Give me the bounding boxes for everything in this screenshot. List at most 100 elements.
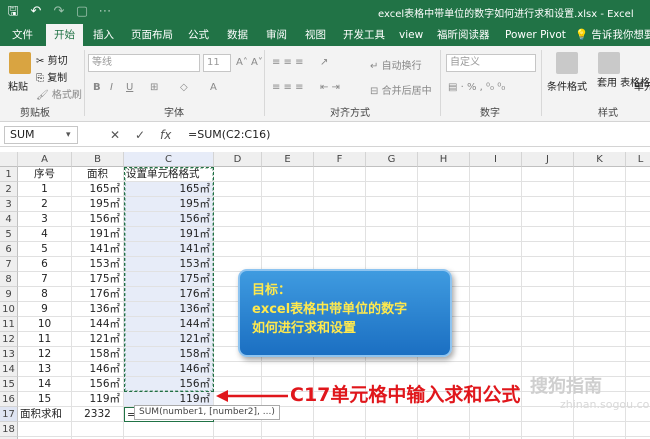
row-header[interactable]: 14 bbox=[0, 362, 18, 377]
empty-cell[interactable] bbox=[574, 272, 626, 287]
cell-a13[interactable]: 12 bbox=[18, 347, 72, 362]
cell-a15[interactable]: 14 bbox=[18, 377, 72, 392]
row-header[interactable]: 3 bbox=[0, 197, 18, 212]
paste-button[interactable]: 粘贴 bbox=[8, 78, 28, 93]
empty-cell[interactable] bbox=[574, 182, 626, 197]
empty-cell[interactable] bbox=[214, 182, 262, 197]
empty-cell[interactable] bbox=[626, 242, 650, 257]
row-header[interactable]: 11 bbox=[0, 317, 18, 332]
column-header-j[interactable]: J bbox=[522, 152, 574, 167]
empty-cell[interactable] bbox=[626, 332, 650, 347]
empty-cell[interactable] bbox=[262, 182, 314, 197]
cut-button[interactable]: ✂ 剪切 bbox=[36, 52, 68, 67]
row-header[interactable]: 10 bbox=[0, 302, 18, 317]
cell-b7[interactable]: 153㎡ bbox=[72, 257, 124, 272]
cell-c2[interactable]: 165㎡ bbox=[124, 182, 214, 197]
tab-foxit-reader[interactable]: 福昕阅读器 bbox=[437, 24, 490, 46]
empty-cell[interactable] bbox=[418, 407, 470, 422]
empty-cell[interactable] bbox=[262, 227, 314, 242]
empty-cell[interactable] bbox=[262, 362, 314, 377]
cell-b15[interactable]: 156㎡ bbox=[72, 377, 124, 392]
tab-data[interactable]: 数据 bbox=[227, 24, 248, 46]
empty-cell[interactable] bbox=[626, 347, 650, 362]
number-format-buttons[interactable]: ▤ · % , ⁰₀ ⁰₀ bbox=[448, 82, 505, 93]
empty-cell[interactable] bbox=[574, 302, 626, 317]
empty-cell[interactable] bbox=[214, 227, 262, 242]
empty-cell[interactable] bbox=[366, 197, 418, 212]
fill-color-button[interactable]: ◇ bbox=[180, 82, 188, 93]
empty-cell[interactable] bbox=[574, 332, 626, 347]
cell-b4[interactable]: 156㎡ bbox=[72, 212, 124, 227]
empty-cell[interactable] bbox=[470, 422, 522, 437]
empty-cell[interactable] bbox=[522, 197, 574, 212]
empty-cell[interactable] bbox=[626, 257, 650, 272]
cell-c6[interactable]: 141㎡ bbox=[124, 242, 214, 257]
cell-a8[interactable]: 7 bbox=[18, 272, 72, 287]
align-top-buttons[interactable]: ≡ ≡ ≡ bbox=[272, 57, 304, 68]
font-size-buttons[interactable]: A˄ A˅ bbox=[236, 57, 263, 68]
row-header[interactable]: 17 bbox=[0, 407, 18, 422]
empty-cell[interactable] bbox=[522, 272, 574, 287]
empty-cell[interactable] bbox=[262, 242, 314, 257]
border-button[interactable]: ⊞ bbox=[150, 82, 158, 93]
tab-power-pivot[interactable]: Power Pivot bbox=[505, 24, 566, 46]
empty-cell[interactable] bbox=[574, 257, 626, 272]
cell-b2[interactable]: 165㎡ bbox=[72, 182, 124, 197]
empty-cell[interactable] bbox=[522, 347, 574, 362]
empty-cell[interactable] bbox=[522, 302, 574, 317]
tab-home[interactable]: 开始 bbox=[46, 24, 83, 46]
empty-cell[interactable] bbox=[522, 332, 574, 347]
empty-cell[interactable] bbox=[626, 422, 650, 437]
empty-cell[interactable] bbox=[314, 167, 366, 182]
cell-a1[interactable]: 序号 bbox=[18, 167, 72, 182]
empty-cell[interactable] bbox=[522, 242, 574, 257]
empty-cell[interactable] bbox=[418, 167, 470, 182]
empty-cell[interactable] bbox=[574, 347, 626, 362]
cancel-button[interactable]: ✕ bbox=[110, 126, 120, 144]
row-header[interactable]: 7 bbox=[0, 257, 18, 272]
cell-b14[interactable]: 146㎡ bbox=[72, 362, 124, 377]
empty-cell[interactable] bbox=[366, 422, 418, 437]
empty-cell[interactable] bbox=[574, 242, 626, 257]
empty-cell[interactable] bbox=[418, 212, 470, 227]
name-box-dropdown-icon[interactable]: ▾ bbox=[66, 126, 71, 144]
empty-cell[interactable] bbox=[470, 242, 522, 257]
column-header-b[interactable]: B bbox=[72, 152, 124, 167]
cell-b11[interactable]: 144㎡ bbox=[72, 317, 124, 332]
tab-view[interactable]: 视图 bbox=[305, 24, 326, 46]
cell-a18[interactable] bbox=[18, 422, 72, 437]
cell-b9[interactable]: 176㎡ bbox=[72, 287, 124, 302]
cell-c8[interactable]: 175㎡ bbox=[124, 272, 214, 287]
empty-cell[interactable] bbox=[214, 197, 262, 212]
column-header-h[interactable]: H bbox=[418, 152, 470, 167]
empty-cell[interactable] bbox=[214, 242, 262, 257]
empty-cell[interactable] bbox=[626, 317, 650, 332]
empty-cell[interactable] bbox=[314, 182, 366, 197]
empty-cell[interactable] bbox=[626, 212, 650, 227]
tab-page-layout[interactable]: 页面布局 bbox=[131, 24, 173, 46]
empty-cell[interactable] bbox=[522, 257, 574, 272]
row-header[interactable]: 15 bbox=[0, 377, 18, 392]
cell-a2[interactable]: 1 bbox=[18, 182, 72, 197]
empty-cell[interactable] bbox=[470, 332, 522, 347]
cell-c9[interactable]: 176㎡ bbox=[124, 287, 214, 302]
align-horizontal-buttons[interactable]: ≡ ≡ ≡ bbox=[272, 82, 304, 93]
empty-cell[interactable] bbox=[214, 212, 262, 227]
cell-b13[interactable]: 158㎡ bbox=[72, 347, 124, 362]
customize-qat-icon[interactable]: ⋯ bbox=[98, 3, 112, 21]
tab-insert[interactable]: 插入 bbox=[93, 24, 114, 46]
empty-cell[interactable] bbox=[522, 422, 574, 437]
empty-cell[interactable] bbox=[366, 407, 418, 422]
cell-b5[interactable]: 191㎡ bbox=[72, 227, 124, 242]
copy-button[interactable]: ⎘ 复制 bbox=[36, 69, 67, 84]
orientation-button[interactable]: ↗ bbox=[320, 57, 328, 68]
empty-cell[interactable] bbox=[214, 422, 262, 437]
empty-cell[interactable] bbox=[470, 302, 522, 317]
cell-a3[interactable]: 2 bbox=[18, 197, 72, 212]
empty-cell[interactable] bbox=[470, 197, 522, 212]
wrap-text-button[interactable]: ↵ 自动换行 bbox=[370, 57, 422, 72]
cell-styles-button[interactable]: 单元 bbox=[634, 78, 650, 93]
cell-b10[interactable]: 136㎡ bbox=[72, 302, 124, 317]
empty-cell[interactable] bbox=[262, 197, 314, 212]
select-all-corner[interactable] bbox=[0, 152, 18, 167]
